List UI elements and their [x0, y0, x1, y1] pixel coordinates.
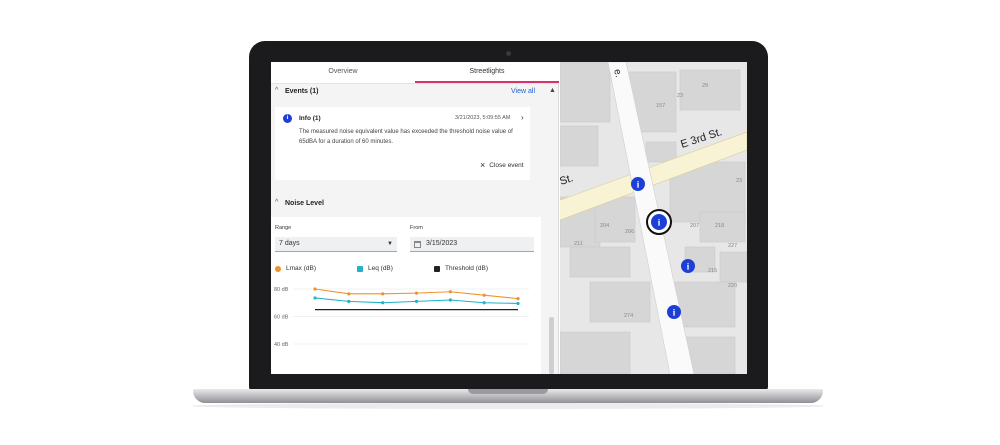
leq-swatch	[357, 265, 363, 272]
noise-level-title: Noise Level	[285, 200, 324, 207]
data-point	[482, 301, 486, 305]
dropdown-arrow-icon: ▼	[387, 241, 393, 247]
data-point	[313, 287, 317, 291]
panel-scrollbar[interactable]	[549, 317, 554, 374]
svg-text:206: 206	[625, 229, 634, 235]
legend-lmax-label: Lmax (dB)	[286, 265, 316, 272]
streetlight-marker: i	[681, 259, 695, 273]
data-point	[347, 299, 351, 303]
camera-icon	[506, 51, 511, 56]
events-section-header[interactable]: ^ Events (1) View all ▲	[271, 85, 559, 99]
data-point	[347, 292, 351, 296]
laptop-mockup: Overview Streetlights ^ Events (1) View …	[0, 0, 1000, 445]
laptop-shadow	[190, 403, 826, 409]
tab-streetlights[interactable]: Streetlights	[415, 62, 559, 83]
event-message: The measured noise equivalent value has …	[299, 129, 513, 145]
range-value: 7 days	[279, 240, 300, 247]
from-date-value: 3/15/2023	[426, 240, 458, 247]
street-label-partial: St.	[560, 172, 575, 188]
svg-text:220: 220	[728, 283, 737, 289]
threshold-swatch	[434, 265, 440, 272]
svg-text:207: 207	[690, 223, 699, 229]
data-point	[381, 292, 385, 296]
legend-threshold: Threshold (dB)	[434, 265, 488, 272]
event-timestamp: 3/21/2023, 5:09:55 AM	[455, 115, 511, 121]
svg-text:227: 227	[728, 243, 737, 249]
lmax-swatch	[275, 265, 281, 272]
collapse-icon[interactable]: ^	[275, 199, 278, 206]
y-tick-label: 60 dB	[274, 315, 289, 321]
tab-bar: Overview Streetlights	[271, 62, 559, 84]
from-label: From	[410, 225, 423, 231]
data-point	[414, 299, 419, 303]
svg-text:204: 204	[600, 223, 609, 229]
data-point	[313, 296, 317, 300]
svg-text:157: 157	[656, 103, 665, 109]
close-event-label: Close event	[489, 162, 524, 169]
streetlight-marker: i	[631, 177, 645, 191]
streetlight-marker: i	[667, 305, 681, 319]
from-date-input[interactable]: 3/15/2023	[410, 237, 534, 252]
view-all-link[interactable]: View all	[511, 88, 535, 95]
data-point	[414, 291, 419, 295]
noise-chart: 80 dB 60 dB 40 dB	[274, 287, 529, 348]
svg-text:211: 211	[574, 241, 583, 247]
laptop-notch	[468, 389, 548, 394]
map-view[interactable]: E 3rd St. St. e. 157 23 29 204 206 207 2…	[554, 62, 747, 374]
scroll-up-icon[interactable]: ▲	[549, 87, 556, 94]
chevron-right-icon[interactable]: ›	[521, 113, 524, 122]
data-point	[448, 290, 452, 294]
data-point	[381, 301, 385, 305]
svg-text:218: 218	[715, 223, 724, 229]
noise-level-body: Range 7 days ▼ From 3/15/2023 Lmax (dB) …	[271, 217, 541, 374]
svg-text:29: 29	[702, 83, 708, 89]
range-label: Range	[275, 225, 292, 231]
calendar-icon	[414, 241, 421, 248]
noise-level-section-header[interactable]: ^ Noise Level	[271, 197, 559, 211]
collapse-icon[interactable]: ^	[275, 87, 278, 94]
tab-overview[interactable]: Overview	[271, 62, 415, 83]
svg-text:23: 23	[736, 178, 742, 184]
svg-text:215: 215	[708, 268, 717, 274]
event-card[interactable]: i Info (1) 3/21/2023, 5:09:55 AM › The m…	[275, 107, 530, 180]
legend-lmax: Lmax (dB)	[275, 265, 316, 272]
range-select[interactable]: 7 days ▼	[275, 237, 397, 252]
legend-leq: Leq (dB)	[357, 265, 393, 272]
svg-text:23: 23	[677, 93, 683, 99]
y-tick-label: 40 dB	[274, 342, 289, 348]
streetlight-marker-selected: i	[646, 209, 672, 235]
map-canvas: E 3rd St. St. e. 157 23 29 204 206 207 2…	[554, 62, 747, 374]
svg-text:274: 274	[624, 313, 633, 319]
y-tick-label: 80 dB	[274, 287, 289, 293]
data-point	[448, 298, 452, 302]
legend-threshold-label: Threshold (dB)	[445, 265, 488, 272]
data-point	[516, 301, 520, 306]
details-panel: Overview Streetlights ^ Events (1) View …	[271, 62, 559, 374]
close-event-button[interactable]: × Close event	[480, 160, 524, 170]
app-screen: Overview Streetlights ^ Events (1) View …	[271, 62, 747, 374]
data-point	[516, 297, 520, 301]
close-icon: ×	[480, 160, 486, 170]
info-icon: i	[283, 114, 292, 123]
data-point	[482, 293, 486, 297]
events-title: Events (1)	[285, 88, 319, 95]
event-title: Info (1)	[299, 115, 321, 122]
legend-leq-label: Leq (dB)	[368, 265, 393, 272]
